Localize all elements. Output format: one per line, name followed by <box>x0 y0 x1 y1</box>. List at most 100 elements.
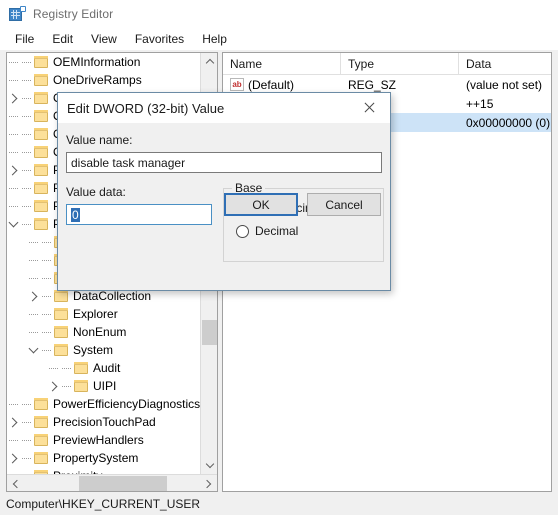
edit-dword-dialog: Edit DWORD (32-bit) Value Value name: di… <box>57 92 391 291</box>
tree-item[interactable]: Proximity <box>7 467 201 474</box>
tree-line <box>7 467 20 474</box>
cancel-button[interactable]: Cancel <box>307 193 381 216</box>
chevron-down-icon[interactable] <box>27 341 40 359</box>
scroll-right-arrow[interactable] <box>200 475 217 491</box>
folder-icon <box>33 145 49 159</box>
menu-bar: File Edit View Favorites Help <box>0 28 558 50</box>
folder-icon <box>33 181 49 195</box>
tree-item[interactable]: PreviewHandlers <box>7 431 201 449</box>
menu-item-favorites[interactable]: Favorites <box>126 30 193 49</box>
folder-icon <box>33 433 49 447</box>
chevron-right-icon[interactable] <box>27 287 40 305</box>
tree-line <box>20 53 33 71</box>
tree-line <box>20 161 33 179</box>
tree-line <box>27 269 40 287</box>
tree-line <box>60 359 73 377</box>
folder-icon <box>33 199 49 213</box>
folder-icon <box>53 307 69 321</box>
tree-item[interactable]: System <box>7 341 201 359</box>
value-data-input[interactable]: 0 <box>66 204 212 225</box>
cell-name: ab (Default) <box>223 78 341 92</box>
tree-line <box>40 233 53 251</box>
scroll-left-arrow[interactable] <box>7 475 24 491</box>
tree-line <box>7 197 20 215</box>
chevron-down-icon[interactable] <box>7 215 20 233</box>
tree-item[interactable]: UIPI <box>7 377 201 395</box>
vertical-scroll-thumb[interactable] <box>202 320 217 345</box>
tree-line <box>20 71 33 89</box>
dialog-title-bar: Edit DWORD (32-bit) Value <box>58 93 390 123</box>
close-icon <box>363 102 375 114</box>
tree-line <box>20 467 33 474</box>
tree-item-label: PreviewHandlers <box>53 433 144 447</box>
column-header-name[interactable]: Name <box>223 53 341 75</box>
scroll-down-arrow[interactable] <box>201 457 217 474</box>
tree-line <box>20 449 33 467</box>
tree-item-label: Explorer <box>73 307 118 321</box>
chevron-right-icon[interactable] <box>7 161 20 179</box>
chevron-right-icon[interactable] <box>7 89 20 107</box>
tree-line <box>20 143 33 161</box>
folder-icon <box>33 109 49 123</box>
tree-item-label: System <box>73 343 114 357</box>
folder-icon <box>33 397 49 411</box>
tree-item[interactable]: OEMInformation <box>7 53 201 71</box>
scroll-up-arrow[interactable] <box>201 53 217 70</box>
menu-item-file[interactable]: File <box>6 30 43 49</box>
radio-decimal-label: Decimal <box>255 224 299 238</box>
menu-item-help[interactable]: Help <box>193 30 236 49</box>
tree-item[interactable]: OneDriveRamps <box>7 71 201 89</box>
tree-line <box>27 233 40 251</box>
value-name-input[interactable]: disable task manager <box>66 152 382 173</box>
tree-line <box>20 125 33 143</box>
chevron-right-icon[interactable] <box>7 413 20 431</box>
dialog-title: Edit DWORD (32-bit) Value <box>67 100 225 116</box>
tree-line <box>7 143 20 161</box>
tree-line <box>7 395 20 413</box>
tree-item[interactable]: PrecisionTouchPad <box>7 413 201 431</box>
tree-item-label: Audit <box>93 361 121 375</box>
horizontal-scroll-thumb[interactable] <box>79 476 167 491</box>
tree-line <box>7 53 20 71</box>
tree-item[interactable]: PropertySystem <box>7 449 201 467</box>
tree-item-label: PrecisionTouchPad <box>53 415 156 429</box>
folder-icon <box>73 361 89 375</box>
chevron-right-icon[interactable] <box>47 377 60 395</box>
tree-item[interactable]: Explorer <box>7 305 201 323</box>
column-header-data[interactable]: Data <box>459 53 551 75</box>
radio-decimal[interactable]: Decimal <box>236 224 383 238</box>
tree-line <box>20 215 33 233</box>
column-header-type[interactable]: Type <box>341 53 459 75</box>
status-bar: Computer\HKEY_CURRENT_USER <box>0 493 558 515</box>
cell-data: ++15 <box>466 96 494 111</box>
tree-line <box>7 431 20 449</box>
chevron-right-icon[interactable] <box>7 449 20 467</box>
tree-item-label: PowerEfficiencyDiagnostics <box>53 397 201 411</box>
window-title: Registry Editor <box>33 7 114 21</box>
value-data-text: 0 <box>71 207 80 222</box>
tree-line <box>20 107 33 125</box>
string-value-icon: ab <box>230 78 244 91</box>
ok-button[interactable]: OK <box>224 193 298 216</box>
tree-line <box>27 305 40 323</box>
tree-line <box>40 287 53 305</box>
cell-type: REG_SZ <box>348 77 397 92</box>
tree-item[interactable]: Audit <box>7 359 201 377</box>
dialog-buttons: OK Cancel <box>224 193 381 216</box>
tree-line <box>7 125 20 143</box>
tree-item-label: DataCollection <box>73 289 152 303</box>
tree-horizontal-scrollbar[interactable] <box>7 474 217 491</box>
tree-item-label: UIPI <box>93 379 117 393</box>
menu-item-edit[interactable]: Edit <box>43 30 82 49</box>
folder-icon <box>33 451 49 465</box>
cell-name-text: (Default) <box>248 77 295 92</box>
tree-item[interactable]: PowerEfficiencyDiagnostics <box>7 395 201 413</box>
menu-item-view[interactable]: View <box>82 30 126 49</box>
value-name-text: disable task manager <box>71 155 186 170</box>
tree-item[interactable]: NonEnum <box>7 323 201 341</box>
tree-line <box>40 305 53 323</box>
tree-line <box>40 341 53 359</box>
close-button[interactable] <box>348 93 390 123</box>
tree-line <box>20 179 33 197</box>
cell-data: (value not set) <box>466 77 543 92</box>
